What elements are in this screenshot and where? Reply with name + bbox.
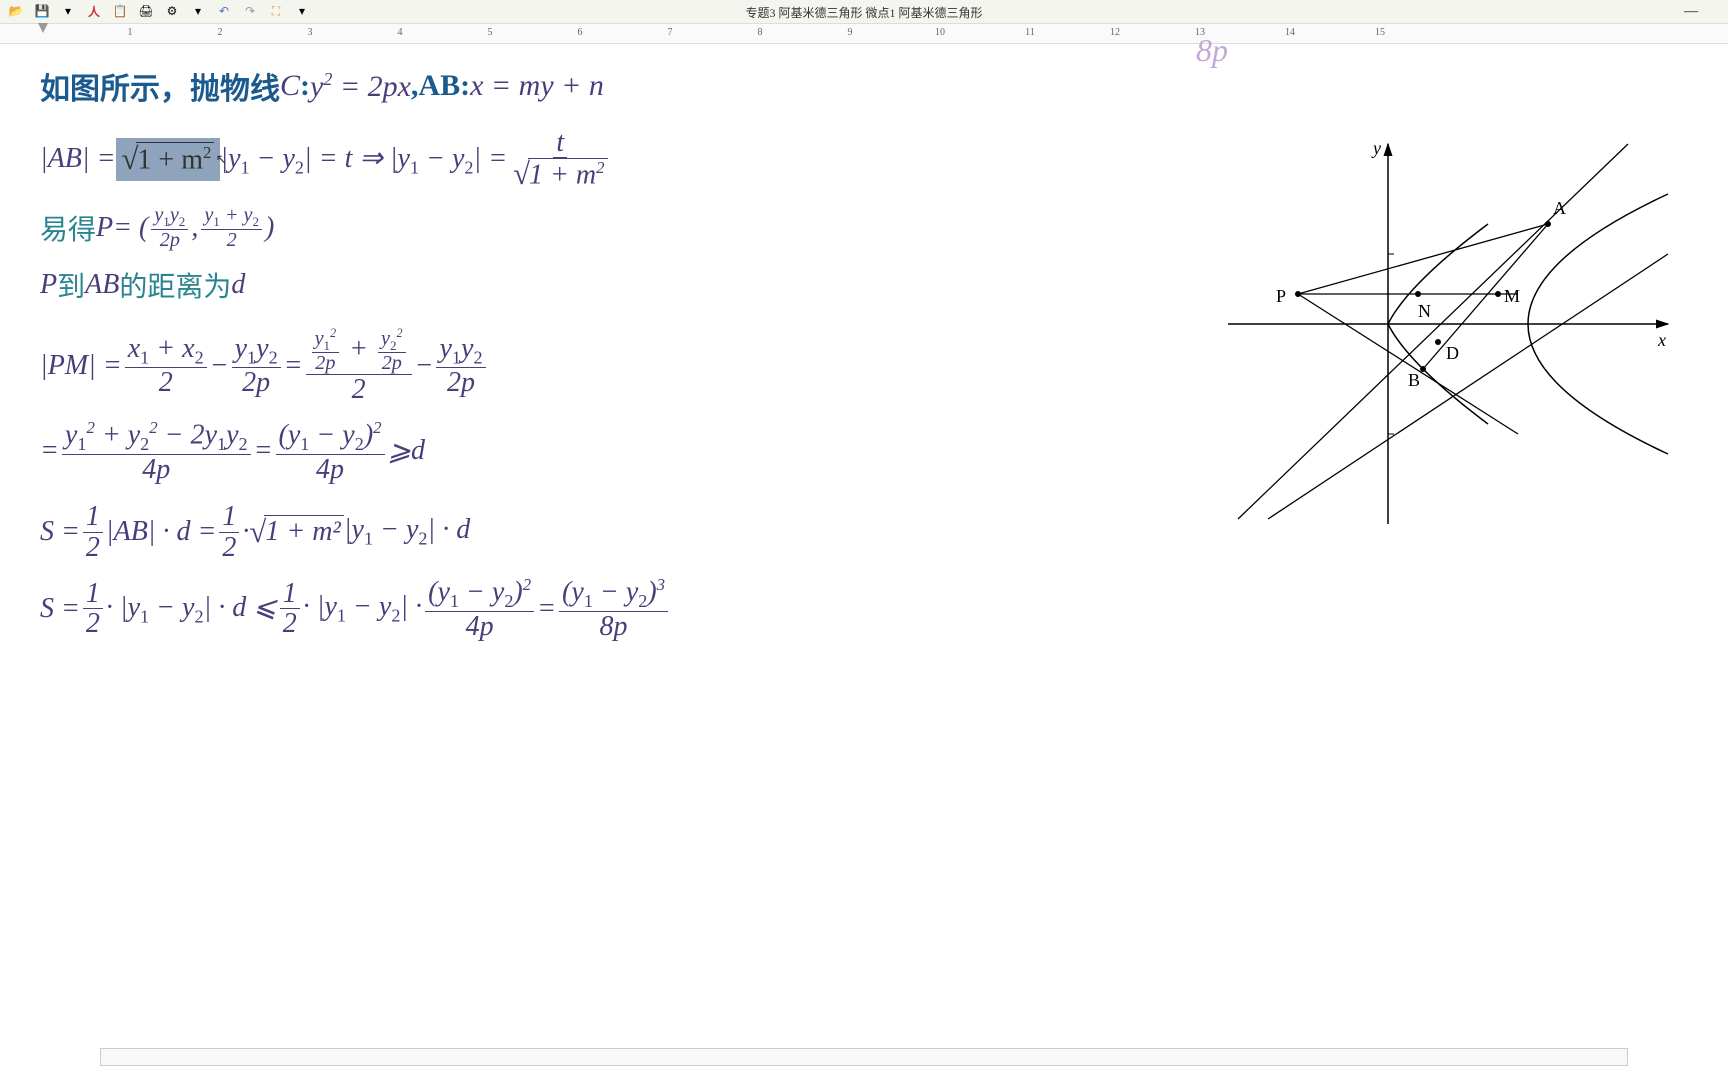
expand-icon[interactable]: ⛶ (268, 4, 284, 20)
problem-statement: 如图所示，抛物线 C : y2 = 2px , AB : x = my + n (40, 64, 1688, 108)
print-icon[interactable]: 🖨 (138, 4, 154, 20)
s-eq: S = (40, 516, 80, 548)
minus2: − (415, 350, 434, 382)
comma: , (191, 212, 198, 244)
ruler-mark: 1 (128, 27, 133, 38)
ruler-mark: 4 (398, 27, 403, 38)
faded-background-text: 8p (1196, 32, 1228, 69)
ruler-mark: 14 (1285, 27, 1295, 38)
open-paren: = ( (113, 212, 148, 244)
point-d-label: D (1446, 343, 1459, 363)
intro-text: 如图所示，抛物线 (40, 64, 280, 108)
ab-label: AB (418, 69, 460, 103)
ge-symbol: ⩾ (388, 434, 411, 468)
separator: , (411, 69, 419, 103)
y-axis-label: y (1371, 138, 1381, 158)
to-word: 到 (57, 265, 85, 305)
ruler-mark: 8 (758, 27, 763, 38)
undo-icon[interactable]: ↶ (216, 4, 232, 20)
x-axis-label: x (1657, 330, 1666, 350)
area-equation-2: S = 12 · |y1 − y2| · d ⩽ 12 · |y1 − y2| … (40, 576, 1688, 641)
save-dropdown-icon[interactable]: ▾ (60, 4, 76, 20)
easy-get: 易得 (40, 208, 96, 248)
copy-icon[interactable]: 📋 (112, 4, 128, 20)
ruler[interactable]: 123456789101112131415 (0, 24, 1728, 44)
cursor-icon: ↖ (216, 152, 228, 169)
settings-icon[interactable]: ⚙ (164, 4, 180, 20)
horizontal-scrollbar[interactable] (100, 1048, 1628, 1066)
expand-dropdown-icon[interactable]: ▾ (294, 4, 310, 20)
close-paren: ) (265, 212, 274, 244)
ruler-mark: 15 (1375, 27, 1385, 38)
curve-c: C (280, 69, 300, 103)
d-letter: d (231, 269, 245, 301)
p-ref: P (40, 269, 57, 301)
ruler-mark: 3 (308, 27, 313, 38)
ruler-mark: 12 (1110, 27, 1120, 38)
pm-abs: |PM| = (40, 350, 122, 382)
pdf-icon[interactable]: 人 (86, 4, 102, 20)
point-a-label: A (1553, 198, 1566, 218)
p-letter: P (96, 212, 113, 244)
ab-d: |AB| · d = (106, 516, 217, 548)
document-content: 8p 如图所示，抛物线 C : y2 = 2px , AB : x = my +… (0, 44, 1728, 675)
ruler-mark: 6 (578, 27, 583, 38)
redo-icon[interactable]: ↷ (242, 4, 258, 20)
ruler-mark: 10 (935, 27, 945, 38)
point-b-label: B (1408, 370, 1420, 390)
settings-dropdown-icon[interactable]: ▾ (190, 4, 206, 20)
save-icon[interactable]: 💾 (34, 4, 50, 20)
open-icon[interactable]: 📂 (8, 4, 24, 20)
point-m-label: M (1504, 286, 1520, 306)
ab-ref: AB (85, 269, 119, 301)
ruler-mark: 7 (668, 27, 673, 38)
eq1: = (284, 350, 303, 382)
point-n-label: N (1418, 301, 1431, 321)
parabola-eq: y2 = 2px (310, 69, 411, 104)
line-eq: x = my + n (470, 69, 604, 103)
ruler-mark: 5 (488, 27, 493, 38)
minus1: − (210, 350, 229, 382)
d-result: d (411, 435, 425, 467)
minimize-button[interactable]: — (1684, 4, 1698, 20)
eq2: = (254, 435, 273, 467)
dot: · (242, 516, 249, 548)
colon2: : (460, 69, 470, 103)
highlighted-sqrt[interactable]: 1 + m2 ↖ (116, 138, 221, 181)
ruler-mark: 9 (848, 27, 853, 38)
document-title: 专题3 阿基米德三角形 微点1 阿基米德三角形 (745, 4, 982, 21)
eq-start: = (40, 435, 59, 467)
eq-final: = (537, 593, 556, 625)
s-eq2: S = (40, 593, 80, 625)
distance-text: 的距离为 (119, 265, 231, 305)
ruler-mark: 2 (218, 27, 223, 38)
colon: : (300, 69, 310, 103)
geometry-diagram: y x A B P N M D (1208, 124, 1688, 544)
ruler-tab-marker[interactable] (38, 23, 48, 33)
ab-abs: |AB| = (40, 143, 116, 175)
ruler-mark: 11 (1025, 27, 1035, 38)
point-p-label: P (1276, 286, 1286, 306)
